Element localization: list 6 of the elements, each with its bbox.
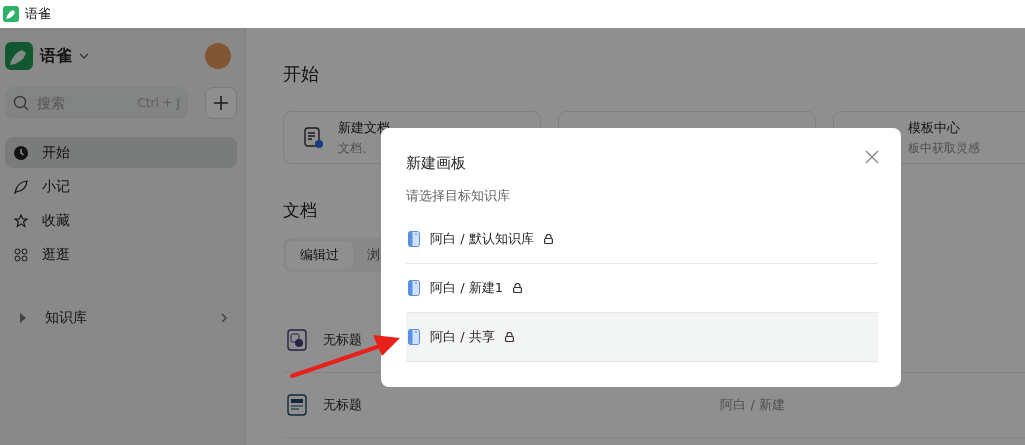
document-location: 阿白 / 新建: [720, 396, 785, 414]
dialog-subtitle: 请选择目标知识库: [406, 187, 511, 205]
section-heading: 文档: [283, 199, 318, 222]
window-title: 语雀: [25, 5, 51, 23]
page-heading: 开始: [283, 62, 320, 86]
dialog-title: 新建画板: [406, 154, 466, 173]
